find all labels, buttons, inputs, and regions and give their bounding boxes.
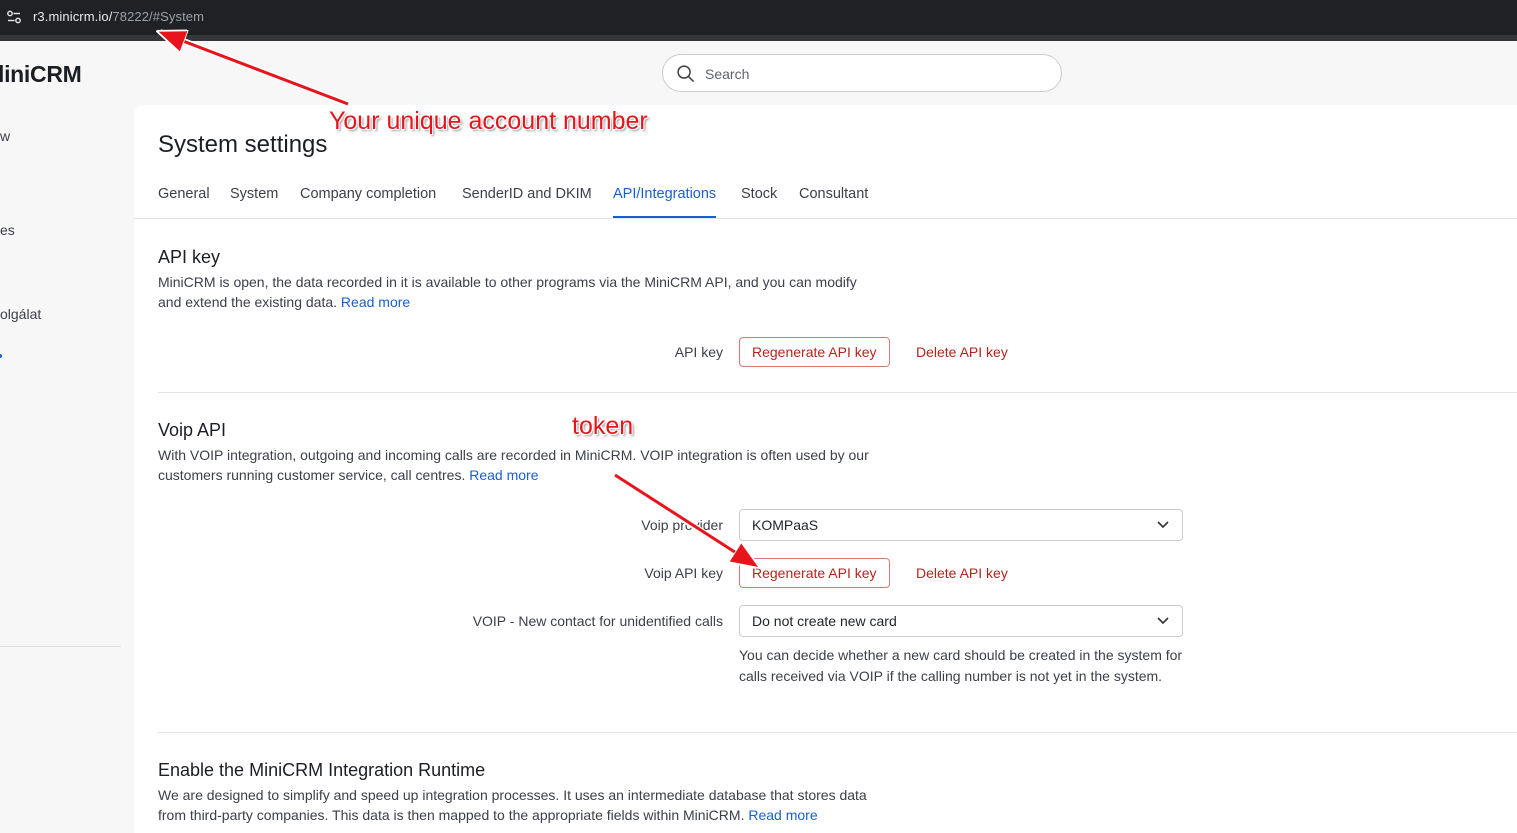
- url-host: r3.minicrm.io/: [33, 9, 113, 24]
- voip-read-more-link[interactable]: Read more: [469, 467, 538, 483]
- account-number-annotation: Your unique account number: [329, 107, 648, 135]
- section-divider: [158, 732, 1517, 733]
- tab-general[interactable]: General: [158, 186, 210, 216]
- url-field[interactable]: r3.minicrm.io/78222/#System: [33, 9, 204, 24]
- sidebar-item-3[interactable]: olgálat: [0, 306, 41, 322]
- url-path: 78222/#System: [112, 9, 205, 24]
- chevron-down-icon: [1157, 521, 1169, 529]
- sidebar-indicator: [0, 354, 2, 358]
- account-number-arrow: [158, 29, 350, 107]
- api-key-label: API key: [674, 344, 723, 360]
- tab-system[interactable]: System: [230, 186, 278, 216]
- page-title: System settings: [158, 131, 328, 158]
- voip-new-contact-label: VOIP - New contact for unidentified call…: [472, 613, 723, 629]
- api-key-description-text: MiniCRM is open, the data recorded in it…: [158, 274, 857, 310]
- integration-runtime-title: Enable the MiniCRM Integration Runtime: [158, 760, 486, 780]
- api-key-description: MiniCRM is open, the data recorded in it…: [158, 272, 878, 312]
- delete-api-key-button[interactable]: Delete API key: [904, 337, 1020, 367]
- api-key-title: API key: [158, 247, 221, 267]
- logo[interactable]: liniCRM: [0, 61, 82, 88]
- token-annotation: token: [572, 412, 634, 440]
- main-panel: System settings General System Company c…: [134, 105, 1517, 833]
- account-number-arrow-line: [162, 33, 349, 106]
- tabs-divider: [134, 218, 1517, 219]
- search-box[interactable]: [662, 54, 1062, 92]
- search-input[interactable]: [703, 62, 1047, 86]
- browser-address-bar: r3.minicrm.io/78222/#System: [0, 0, 1517, 35]
- search-icon: [677, 65, 694, 82]
- voip-new-contact-value: Do not create new card: [752, 613, 897, 629]
- sidebar: liniCRM w es olgálat: [0, 41, 133, 833]
- sidebar-divider: [0, 646, 121, 647]
- sidebar-item-2[interactable]: es: [0, 222, 15, 238]
- voip-provider-select[interactable]: KOMPaaS: [739, 509, 1183, 541]
- tab-company-completion[interactable]: Company completion: [300, 186, 436, 216]
- voip-api-key-label: Voip API key: [644, 565, 723, 581]
- section-divider: [158, 392, 1517, 393]
- site-settings-icon[interactable]: [6, 9, 22, 25]
- voip-new-contact-select[interactable]: Do not create new card: [739, 605, 1183, 637]
- chevron-down-icon: [1157, 617, 1169, 625]
- voip-provider-value: KOMPaaS: [752, 517, 819, 533]
- integration-runtime-description: We are designed to simplify and speed up…: [158, 785, 878, 825]
- tab-api-integrations[interactable]: API/Integrations: [613, 186, 717, 218]
- integration-runtime-read-more-link[interactable]: Read more: [748, 807, 817, 823]
- voip-provider-label: Voip provider: [641, 517, 723, 533]
- tab-senderid-dkim[interactable]: SenderID and DKIM: [462, 186, 592, 216]
- tab-consultant[interactable]: Consultant: [799, 186, 868, 216]
- sidebar-item-1[interactable]: w: [0, 128, 10, 144]
- tab-stock[interactable]: Stock: [741, 186, 777, 216]
- voip-new-contact-help: You can decide whether a new card should…: [739, 647, 1183, 684]
- regenerate-voip-api-key-button[interactable]: Regenerate API key: [739, 558, 890, 588]
- api-key-read-more-link[interactable]: Read more: [341, 294, 410, 310]
- browser-strip: [0, 35, 1517, 41]
- regenerate-api-key-button[interactable]: Regenerate API key: [739, 337, 890, 367]
- voip-api-title: Voip API: [158, 420, 227, 440]
- voip-description: With VOIP integration, outgoing and inco…: [158, 445, 878, 485]
- delete-voip-api-key-button[interactable]: Delete API key: [904, 558, 1020, 588]
